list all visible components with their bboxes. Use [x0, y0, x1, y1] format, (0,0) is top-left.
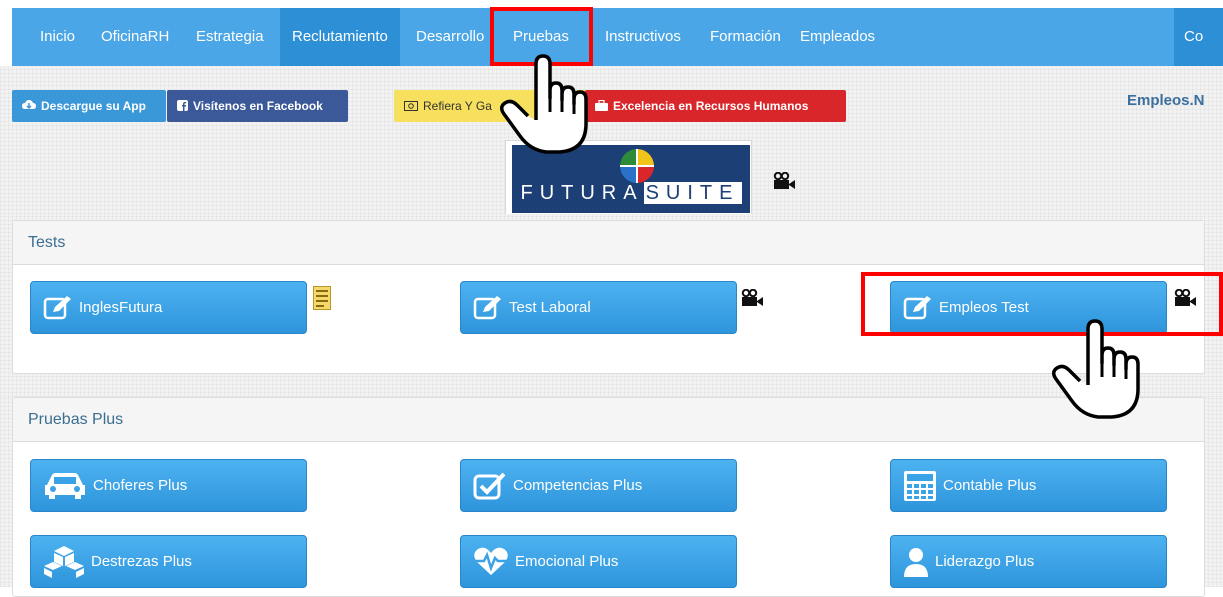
- user-icon: [904, 547, 928, 577]
- destrezas-plus-label: Destrezas Plus: [91, 553, 192, 570]
- emocional-plus-button[interactable]: Emocional Plus: [460, 535, 737, 588]
- liderazgo-plus-label: Liderazgo Plus: [935, 553, 1035, 570]
- empleos-test-label: Empleos Test: [939, 299, 1029, 316]
- video-camera-icon[interactable]: [1173, 289, 1197, 307]
- empleos-link[interactable]: Empleos.N: [1127, 92, 1205, 109]
- refiera-button[interactable]: Refiera Y Ga: [394, 90, 590, 122]
- calculator-icon: [904, 470, 936, 501]
- emocional-plus-label: Emocional Plus: [515, 553, 619, 570]
- destrezas-plus-button[interactable]: Destrezas Plus: [30, 535, 307, 588]
- excelencia-button[interactable]: Excelencia en Recursos Humanos: [585, 90, 846, 122]
- download-app-label: Descargue su App: [41, 99, 146, 113]
- car-icon: [45, 472, 85, 499]
- nav-oficinarh[interactable]: OficinaRH: [91, 8, 179, 66]
- liderazgo-plus-button[interactable]: Liderazgo Plus: [890, 535, 1167, 588]
- logo-text: FUTURA SUITE: [512, 182, 750, 205]
- choferes-plus-label: Choferes Plus: [93, 477, 188, 494]
- video-camera-icon[interactable]: [772, 172, 796, 190]
- facebook-icon: [177, 91, 188, 123]
- document-icon[interactable]: [313, 286, 331, 310]
- briefcase-icon: [595, 91, 608, 123]
- globe-icon: [620, 149, 654, 183]
- facebook-button[interactable]: Visítenos en Facebook: [167, 90, 348, 122]
- empleos-test-button[interactable]: Empleos Test: [890, 281, 1167, 334]
- refiera-label: Refiera Y Ga: [423, 99, 492, 113]
- logo-panel: FUTURA SUITE: [512, 145, 750, 213]
- logo-text-suite: SUITE: [643, 182, 742, 204]
- nav-estrategia[interactable]: Estrategia: [186, 8, 274, 66]
- nav-contacto[interactable]: Co: [1174, 8, 1223, 66]
- heartbeat-icon: [474, 547, 508, 575]
- test-laboral-button[interactable]: Test Laboral: [460, 281, 737, 334]
- cubes-icon: [44, 545, 84, 578]
- test-laboral-label: Test Laboral: [509, 299, 591, 316]
- cloud-download-icon: [22, 91, 36, 123]
- edit-icon: [903, 295, 931, 319]
- logo-text-futura: FUTURA: [520, 182, 644, 204]
- excelencia-label: Excelencia en Recursos Humanos: [613, 99, 809, 113]
- facebook-label: Visítenos en Facebook: [193, 99, 323, 113]
- inglesfutura-label: InglesFutura: [79, 299, 163, 316]
- nav-desarrollo[interactable]: Desarrollo: [406, 8, 494, 66]
- checkbox-icon: [473, 472, 506, 499]
- money-icon: [404, 91, 418, 123]
- nav-reclutamiento[interactable]: Reclutamiento: [280, 8, 400, 66]
- choferes-plus-button[interactable]: Choferes Plus: [30, 459, 307, 512]
- edit-icon: [473, 295, 501, 319]
- download-app-button[interactable]: Descargue su App: [12, 90, 166, 122]
- competencias-plus-button[interactable]: Competencias Plus: [460, 459, 737, 512]
- top-navbar: Inicio OficinaRH Estrategia Reclutamient…: [12, 8, 1223, 66]
- video-camera-icon[interactable]: [740, 289, 764, 307]
- futurasuite-logo: FUTURA SUITE: [505, 140, 752, 216]
- contable-plus-label: Contable Plus: [943, 477, 1037, 494]
- nav-pruebas[interactable]: Pruebas: [503, 8, 579, 66]
- nav-instructivos[interactable]: Instructivos: [595, 8, 691, 66]
- pruebas-plus-title: Pruebas Plus: [13, 398, 1204, 442]
- competencias-plus-label: Competencias Plus: [513, 477, 643, 494]
- edit-icon: [43, 295, 71, 319]
- nav-empleados[interactable]: Empleados: [790, 8, 885, 66]
- nav-inicio[interactable]: Inicio: [30, 8, 85, 66]
- inglesfutura-button[interactable]: InglesFutura: [30, 281, 307, 334]
- tests-panel-title: Tests: [13, 221, 1204, 265]
- contable-plus-button[interactable]: Contable Plus: [890, 459, 1167, 512]
- nav-formacion[interactable]: Formación: [700, 8, 791, 66]
